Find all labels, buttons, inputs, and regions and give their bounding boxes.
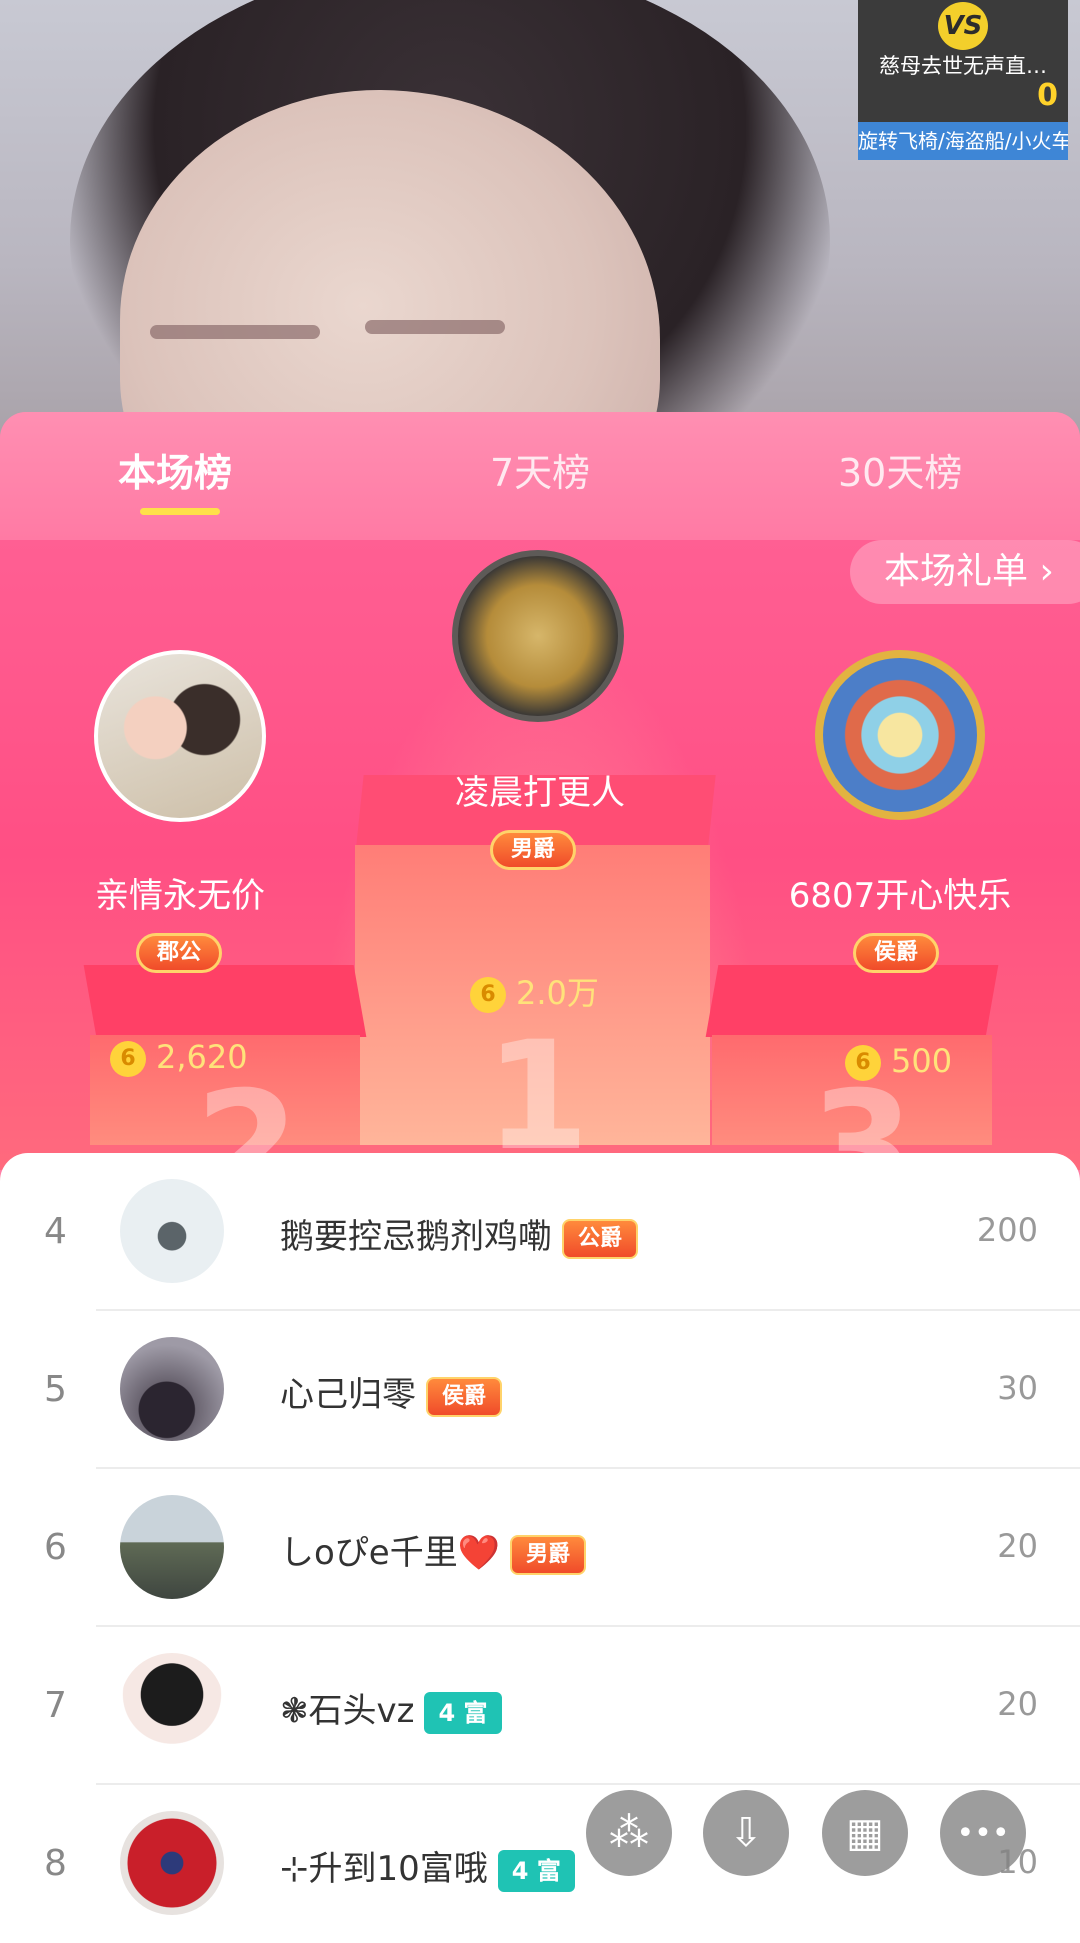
list-item[interactable]: 5 心己归零 侯爵 30 xyxy=(0,1311,1080,1469)
second-place-title-badge: 郡公 xyxy=(136,933,223,973)
user-name: ❃石头vz 4 富 xyxy=(280,1683,502,1734)
leaderboard-tabs: 本场榜 7天榜 30天榜 xyxy=(0,412,1080,540)
first-place-avatar[interactable] xyxy=(452,550,624,722)
title-badge: 男爵 xyxy=(510,1534,587,1575)
pk-footer-text: 旋转飞椅/海盗船/小火车 xyxy=(858,122,1068,160)
title-badge: 公爵 xyxy=(562,1218,639,1259)
pk-opponent-title: 慈母去世无声直… xyxy=(879,54,1047,78)
third-place-name: 6807开心快乐 xyxy=(788,876,1012,916)
list-item[interactable]: 8 ⊹升到10富哦 4 富 10 xyxy=(0,1785,1080,1943)
title-badge: 侯爵 xyxy=(426,1376,503,1417)
user-name: 鹅要控忌鹅剂鸡嘞 公爵 xyxy=(280,1209,639,1259)
rank-number: 8 xyxy=(44,1843,67,1884)
first-place-title-badge: 男爵 xyxy=(490,830,577,870)
coin-icon: 6 xyxy=(470,977,506,1013)
avatar[interactable] xyxy=(120,1179,224,1283)
second-place-name: 亲情永无价 xyxy=(95,876,265,916)
avatar[interactable] xyxy=(120,1337,224,1441)
rank-number: 7 xyxy=(44,1685,67,1726)
first-place-name: 凌晨打更人 xyxy=(455,773,625,813)
list-item[interactable]: 4 鹅要控忌鹅剂鸡嘞 公爵 200 xyxy=(0,1153,1080,1311)
third-place-score: 6 500 xyxy=(845,1042,952,1081)
coin-icon: 6 xyxy=(845,1045,881,1081)
rank-number: 5 xyxy=(44,1369,67,1410)
wealth-level-badge: 4 富 xyxy=(497,1849,575,1892)
avatar[interactable] xyxy=(120,1653,224,1757)
first-place-score: 6 2.0万 xyxy=(470,968,599,1014)
contribution-value: 20 xyxy=(997,1685,1038,1723)
list-item[interactable]: 6 しoぴe千里❤️ 男爵 20 xyxy=(0,1469,1080,1627)
podium-third-top xyxy=(705,965,999,1037)
user-name: しoぴe千里❤️ 男爵 xyxy=(280,1525,587,1575)
pk-score: 0 xyxy=(1037,78,1058,113)
ranking-list: 4 鹅要控忌鹅剂鸡嘞 公爵 200 5 心己归零 侯爵 30 6 しoぴe千里❤️ 男… xyxy=(0,1153,1080,1920)
rank-number: 6 xyxy=(44,1527,67,1568)
right-eyebrow xyxy=(365,320,505,334)
sparkle-icon[interactable]: ⁂ xyxy=(586,1790,672,1876)
wealth-level-badge: 4 富 xyxy=(424,1691,502,1734)
tab-30-days[interactable]: 30天榜 xyxy=(838,442,962,497)
podium-second-top xyxy=(83,965,367,1037)
left-eyebrow xyxy=(150,325,320,339)
third-place-title-badge: 侯爵 xyxy=(853,933,940,973)
vs-badge: VS xyxy=(938,2,988,50)
list-item[interactable]: 7 ❃石头vz 4 富 20 xyxy=(0,1627,1080,1785)
gift-list-button[interactable]: 本场礼单 › xyxy=(850,540,1080,604)
user-name: 心己归零 侯爵 xyxy=(280,1367,503,1417)
user-name: ⊹升到10富哦 4 富 xyxy=(280,1841,575,1892)
contribution-value: 30 xyxy=(997,1369,1038,1407)
more-icon[interactable]: ••• xyxy=(940,1790,1026,1876)
contribution-value: 200 xyxy=(976,1211,1038,1249)
third-place-avatar[interactable] xyxy=(815,650,985,820)
tab-7-days[interactable]: 7天榜 xyxy=(490,442,590,497)
avatar[interactable] xyxy=(120,1811,224,1915)
avatar[interactable] xyxy=(120,1495,224,1599)
coin-icon: 6 xyxy=(110,1041,146,1077)
second-place-score: 6 2,620 xyxy=(110,1038,248,1077)
pk-widget[interactable]: VS 慈母去世无声直… 0 旋转飞椅/海盗船/小火车 xyxy=(858,0,1068,160)
active-tab-indicator xyxy=(140,508,220,515)
second-place-avatar[interactable] xyxy=(94,650,266,822)
grid-icon[interactable]: ▦ xyxy=(822,1790,908,1876)
download-icon[interactable]: ⇩ xyxy=(703,1790,789,1876)
rank-number: 4 xyxy=(44,1211,67,1252)
tab-this-session[interactable]: 本场榜 xyxy=(118,442,232,497)
contribution-value: 20 xyxy=(997,1527,1038,1565)
